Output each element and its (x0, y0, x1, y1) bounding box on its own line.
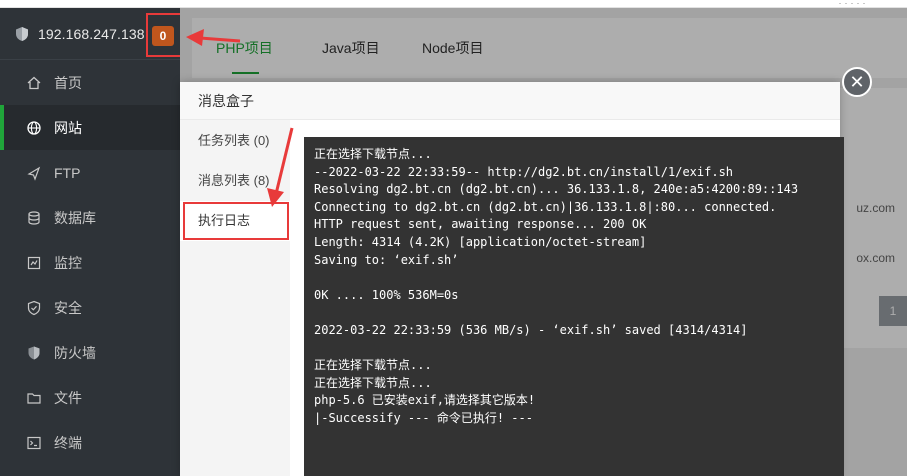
more-dots-icon[interactable] (837, 2, 867, 5)
log-line: Saving to: ‘exif.sh’ (314, 252, 459, 267)
sidebar-item-label: 监控 (54, 254, 82, 271)
log-line: HTTP request sent, awaiting response... … (314, 217, 647, 232)
log-line: 0K .... 100% 536M=0s (314, 287, 459, 302)
database-icon (28, 210, 40, 225)
sidebar-item-label: 防火墙 (54, 344, 96, 361)
close-icon[interactable]: ✕ (842, 67, 872, 97)
globe-icon (27, 120, 41, 135)
terminal-icon (27, 436, 41, 449)
sidebar-item-security[interactable]: 安全 (0, 285, 180, 330)
log-line: php-5.6 已安装exif,请选择其它版本! (314, 393, 536, 408)
sidebar-item-database[interactable]: 数据库 (0, 195, 180, 240)
sidebar-item-monitor[interactable]: 监控 (0, 240, 180, 285)
message-box-modal: 消息盒子 任务列表 (0) 消息列表 (8) 执行日志 正在选择下载节点... -… (180, 82, 844, 476)
sidebar-item-label: 安全 (54, 299, 82, 316)
modal-title: 消息盒子 (180, 82, 840, 120)
ftp-icon (27, 166, 41, 181)
sidebar-item-website[interactable]: 网站 (0, 105, 180, 150)
home-icon (27, 76, 41, 89)
log-line: --2022-03-22 22:33:59-- http://dg2.bt.cn… (314, 164, 734, 179)
log-line: 正在选择下载节点... (314, 147, 432, 161)
log-line: 2022-03-22 22:33:59 (536 MB/s) - ‘exif.s… (314, 322, 748, 337)
sidebar-item-terminal[interactable]: 终端 (0, 420, 180, 465)
log-line: Length: 4314 (4.2K) [application/octet-s… (314, 234, 647, 249)
execution-log-console[interactable]: 正在选择下载节点... --2022-03-22 22:33:59-- http:… (304, 137, 844, 476)
sidebar-item-firewall[interactable]: 防火墙 (0, 330, 180, 375)
log-line: |-Successify --- 命令已执行! --- (314, 410, 533, 425)
modal-menu: 任务列表 (0) 消息列表 (8) 执行日志 (180, 120, 290, 476)
sidebar-item-ftp[interactable]: FTP (0, 150, 180, 195)
sidebar-item-label: 网站 (54, 119, 82, 136)
log-line: 正在选择下载节点... (314, 375, 432, 390)
log-line: 正在选择下载节点... (314, 358, 432, 373)
sidebar-item-label: 数据库 (54, 209, 96, 226)
menu-task-list[interactable]: 任务列表 (0) (180, 121, 290, 161)
shield-check-icon (27, 300, 41, 315)
sidebar-item-label: 首页 (54, 74, 82, 91)
sidebar-item-home[interactable]: 首页 (0, 60, 180, 105)
firewall-icon (28, 346, 40, 359)
sidebar-item-files[interactable]: 文件 (0, 375, 180, 420)
sidebar-item-label: 文件 (54, 389, 82, 406)
server-shield-icon (16, 26, 28, 41)
log-line: Connecting to dg2.bt.cn (dg2.bt.cn)|36.1… (314, 199, 777, 214)
monitor-icon (27, 256, 41, 269)
log-line: Resolving dg2.bt.cn (dg2.bt.cn)... 36.13… (314, 182, 799, 197)
browser-top-strip (0, 0, 907, 8)
sidebar-item-label: FTP (54, 164, 81, 181)
menu-message-list[interactable]: 消息列表 (8) (180, 161, 290, 201)
sidebar-nav: 首页 网站 FTP 数据库 监控 安全 防火墙 文件 终端 (0, 60, 180, 465)
sidebar-item-label: 终端 (54, 434, 82, 451)
highlight-box-execution-log (183, 202, 289, 240)
server-ip: 192.168.247.138 (38, 25, 145, 42)
highlight-box-badge (146, 13, 183, 57)
sidebar: 192.168.247.138 首页 网站 FTP 数据库 监控 安全 防火墙 … (0, 8, 180, 476)
folder-icon (27, 392, 41, 404)
